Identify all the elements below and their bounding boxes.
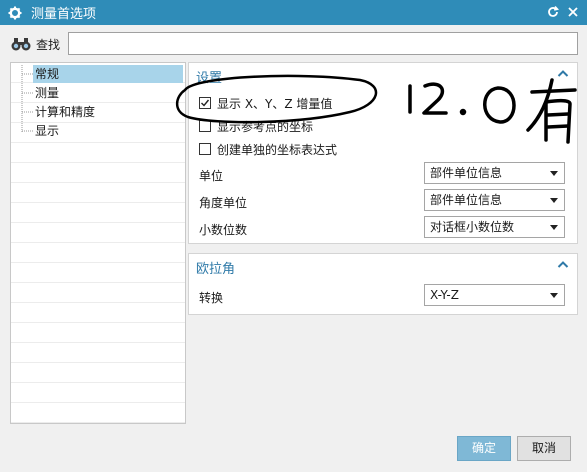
tree-row — [11, 383, 185, 403]
settings-panel-title: 设置 — [196, 71, 223, 86]
transform-select-value: X-Y-Z — [430, 288, 459, 302]
close-icon[interactable] — [565, 4, 581, 20]
search-bar: 查找 — [10, 32, 578, 56]
euler-angle-panel: 欧拉角 转换 X-Y-Z — [188, 253, 578, 315]
tree-item-measure[interactable]: 测量 — [33, 84, 61, 102]
units-select[interactable]: 部件单位信息 — [424, 162, 565, 184]
tree-row — [11, 343, 185, 363]
checkbox-checked[interactable] — [199, 97, 211, 109]
transform-label: 转换 — [199, 291, 224, 305]
units-select-value: 部件单位信息 — [430, 166, 503, 180]
tree-connector-lines — [21, 65, 33, 132]
tree-row — [11, 183, 185, 203]
tree-row — [11, 203, 185, 223]
dropdown-arrow-icon — [550, 293, 558, 298]
search-input[interactable] — [68, 32, 578, 55]
transform-select[interactable]: X-Y-Z — [424, 284, 565, 306]
checkbox-label: 显示参考点的坐标 — [217, 119, 314, 134]
dropdown-arrow-icon — [550, 225, 558, 230]
title-bar: 测量首选项 — [0, 0, 587, 25]
checkbox-label: 创建单独的坐标表达式 — [217, 142, 338, 157]
checkbox-show-xyz-delta[interactable]: 显示 X、Y、Z 增量值 — [199, 94, 332, 112]
tree-row — [11, 323, 185, 343]
tree-row — [11, 263, 185, 283]
search-label: 查找 — [36, 37, 61, 52]
checkbox-label: 显示 X、Y、Z 增量值 — [217, 96, 333, 111]
dropdown-arrow-icon — [550, 171, 558, 176]
angle-units-label: 角度单位 — [199, 196, 248, 210]
checkbox-unchecked[interactable] — [199, 143, 211, 155]
category-tree: 常规 测量 计算和精度 显示 — [10, 62, 186, 424]
tree-row — [11, 143, 185, 163]
dropdown-arrow-icon — [550, 198, 558, 203]
tree-row — [11, 403, 185, 423]
collapse-chevron-icon[interactable] — [557, 259, 569, 271]
units-label: 单位 — [199, 169, 224, 183]
tree-item-calc-precision[interactable]: 计算和精度 — [33, 103, 97, 121]
angle-units-select[interactable]: 部件单位信息 — [424, 189, 565, 211]
decimal-places-select[interactable]: 对话框小数位数 — [424, 216, 565, 238]
window-title: 测量首选项 — [31, 7, 97, 22]
euler-panel-title: 欧拉角 — [196, 262, 236, 277]
decimal-places-label: 小数位数 — [199, 223, 248, 237]
tree-row — [11, 363, 185, 383]
settings-panel-header: 设置 — [189, 63, 577, 87]
collapse-chevron-icon[interactable] — [557, 68, 569, 80]
tree-row — [11, 163, 185, 183]
angle-units-select-value: 部件单位信息 — [430, 193, 503, 207]
tree-item-general[interactable]: 常规 — [33, 65, 183, 83]
settings-panel: 设置 显示 X、Y、Z 增量值 显示参考点的坐标 创建单独的坐标表达式 单位 部… — [188, 62, 578, 244]
binoculars-icon — [10, 36, 32, 52]
tree-row — [11, 283, 185, 303]
gear-icon — [8, 6, 22, 20]
tree-item-display[interactable]: 显示 — [33, 122, 61, 140]
checkbox-unchecked[interactable] — [199, 120, 211, 132]
cancel-button[interactable]: 取消 — [517, 436, 571, 461]
checkbox-separate-coord-expr[interactable]: 创建单独的坐标表达式 — [199, 140, 337, 158]
checkbox-show-ref-point-coords[interactable]: 显示参考点的坐标 — [199, 117, 313, 135]
tree-row — [11, 223, 185, 243]
decimal-places-select-value: 对话框小数位数 — [430, 220, 515, 234]
euler-panel-header: 欧拉角 — [189, 254, 577, 278]
tree-row — [11, 303, 185, 323]
tree-row — [11, 243, 185, 263]
ok-button[interactable]: 确定 — [457, 436, 511, 461]
reset-icon[interactable] — [545, 4, 561, 20]
